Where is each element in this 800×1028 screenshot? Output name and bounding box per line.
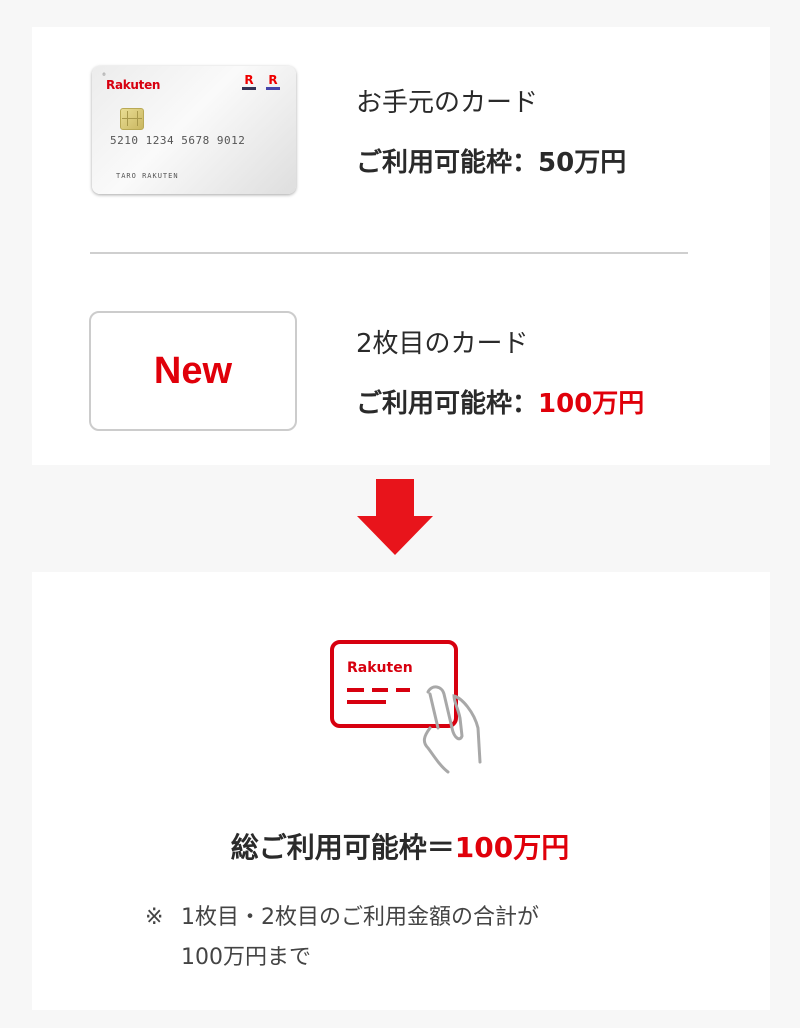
limit-value: 100万円 bbox=[538, 389, 645, 419]
chip-icon bbox=[120, 108, 144, 130]
total-prefix: 総ご利用可能枠＝ bbox=[230, 831, 455, 864]
credit-card-icon: ® Rakuten R R 5210 1234 5678 9012 TARO R… bbox=[92, 66, 296, 194]
card-expiry bbox=[174, 152, 177, 158]
second-card-limit: ご利用可能枠：100万円 bbox=[356, 383, 644, 420]
current-card-label: お手元のカード bbox=[356, 88, 539, 118]
card-brand-logo: Rakuten bbox=[106, 78, 161, 92]
limit-value: 50万円 bbox=[538, 148, 627, 178]
note-mark: ※ bbox=[145, 905, 164, 930]
illustration-brand: Rakuten bbox=[347, 660, 413, 676]
divider bbox=[90, 252, 688, 254]
note-line-2: 100万円まで bbox=[181, 945, 311, 970]
card-holder: TARO RAKUTEN bbox=[116, 172, 179, 180]
card-number: 5210 1234 5678 9012 bbox=[110, 134, 246, 147]
arrow-down-icon bbox=[357, 479, 433, 555]
hand-holding-card-icon: Rakuten bbox=[330, 640, 482, 774]
card-mark: ® bbox=[102, 72, 106, 77]
r-edy-logo-icon: R bbox=[266, 74, 280, 90]
footnote: ※ 1枚目・2枚目のご利用金額の合計が 100万円まで bbox=[145, 898, 539, 978]
note-line-1: 1枚目・2枚目のご利用金額の合計が bbox=[181, 905, 539, 930]
limit-prefix: ご利用可能枠： bbox=[356, 389, 539, 419]
total-limit: 総ご利用可能枠＝100万円 bbox=[0, 826, 800, 866]
current-card-limit: ご利用可能枠：50万円 bbox=[356, 142, 626, 179]
r-pay-logo-icon: R bbox=[242, 74, 256, 90]
limit-prefix: ご利用可能枠： bbox=[356, 148, 539, 178]
second-card-label: 2枚目のカード bbox=[356, 329, 529, 359]
total-value: 100万円 bbox=[454, 831, 570, 864]
new-card-badge: New bbox=[89, 311, 297, 431]
